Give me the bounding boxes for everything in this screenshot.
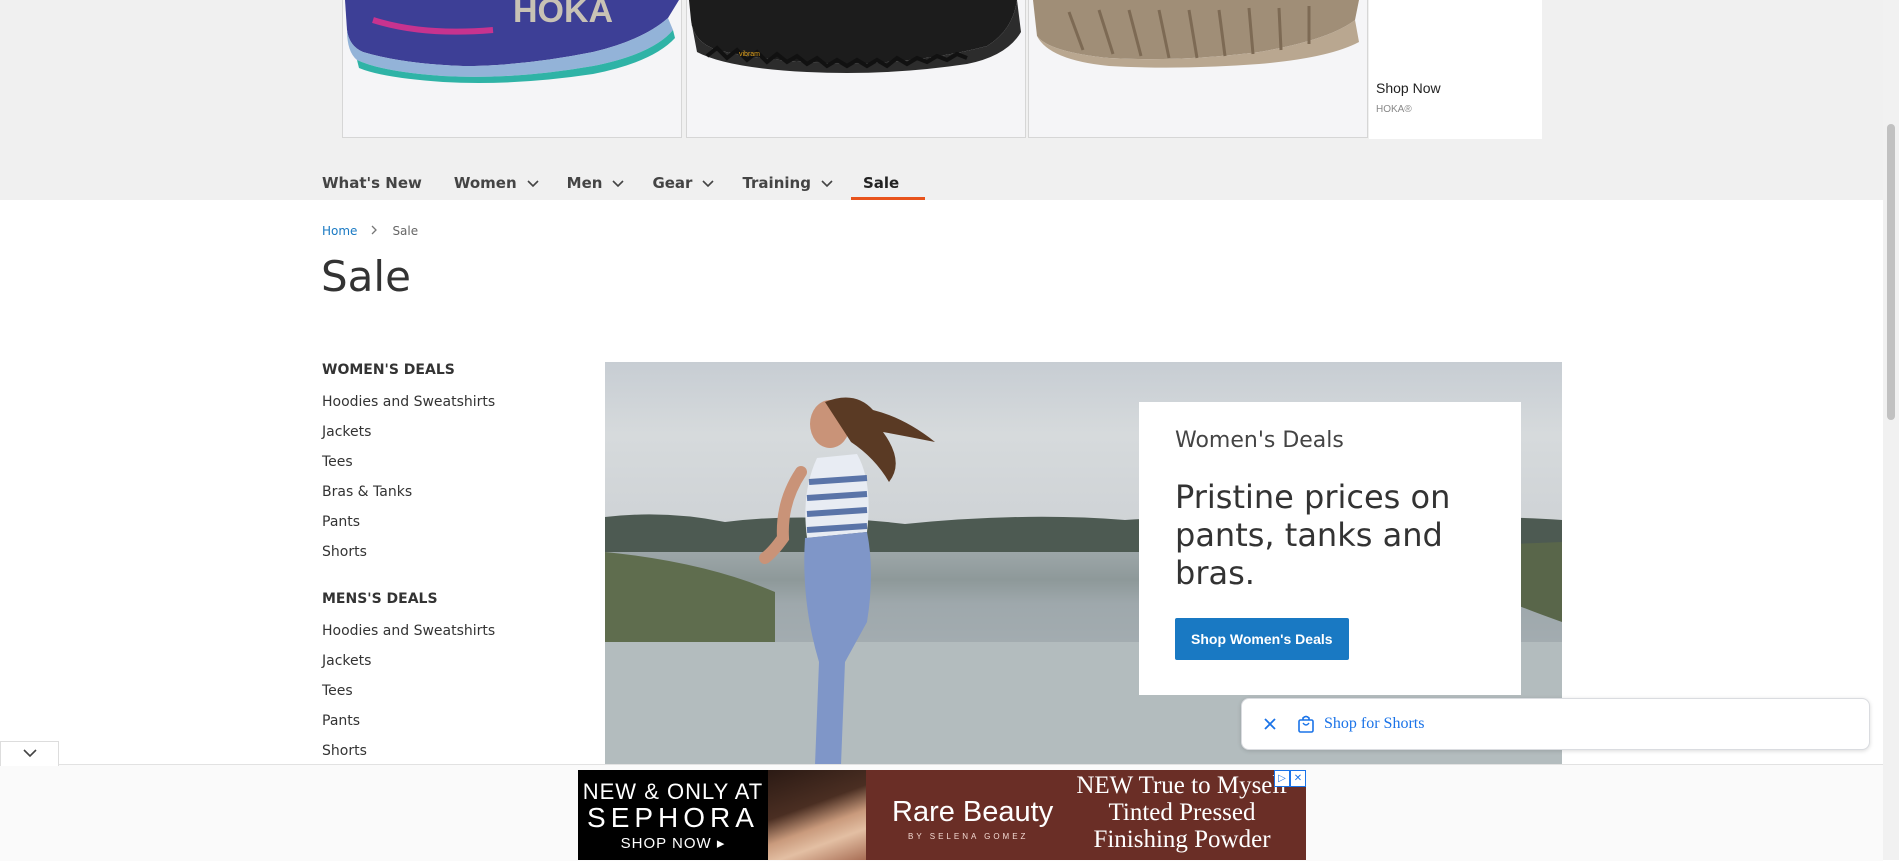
shop-womens-deals-button[interactable]: Shop Women's Deals [1175, 618, 1349, 660]
ad-shop-now-link[interactable]: SHOP NOW ▸ [578, 834, 768, 852]
ad-product-text: NEW True to Myself Tinted Pressed Finish… [1058, 772, 1306, 853]
sephora-panel: NEW & ONLY AT SEPHORA SHOP NOW ▸ [578, 770, 768, 860]
sidebar-item-mens-tees[interactable]: Tees [322, 681, 572, 711]
sidebar-item-womens-shorts[interactable]: Shorts [322, 542, 572, 572]
ad-advertiser-label: HOKA® [1376, 104, 1412, 115]
ad-product-line: NEW True to Myself [1076, 772, 1288, 799]
nav-label: Men [566, 173, 603, 192]
nav-label: Gear [652, 173, 693, 192]
breadcrumb-home-link[interactable]: Home [322, 224, 357, 238]
nav-label: Sale [862, 173, 900, 192]
nav-sale[interactable]: Sale [850, 148, 926, 200]
nav-whats-new[interactable]: What's New [322, 148, 422, 200]
shoe-card-3[interactable] [1028, 0, 1368, 138]
sephora-rare-beauty-ad[interactable]: NEW & ONLY AT SEPHORA SHOP NOW ▸ Rare Be… [578, 770, 1306, 860]
nav-men[interactable]: Men [567, 148, 625, 200]
chevron-down-icon [527, 174, 539, 192]
sidebar-categories: WOMEN'S DEALS Hoodies and Sweatshirts Ja… [322, 362, 572, 771]
sidebar-item-mens-hoodies[interactable]: Hoodies and Sweatshirts [322, 621, 572, 651]
nav-gear[interactable]: Gear [652, 148, 715, 200]
nav-label: Women [453, 173, 517, 192]
promo-eyebrow: Women's Deals [1175, 428, 1344, 453]
sidebar-item-womens-tees[interactable]: Tees [322, 452, 572, 482]
ad-close-icon[interactable]: ✕ [1290, 770, 1306, 787]
ad-product-line: Tinted Pressed [1108, 799, 1256, 826]
ad-text-sephora: SEPHORA [587, 802, 759, 833]
adchoices[interactable]: ▷ ✕ [1274, 770, 1306, 787]
svg-text:HOKA: HOKA [513, 0, 613, 30]
shoe-card-2[interactable]: vibram [686, 0, 1026, 138]
svg-text:vibram: vibram [739, 51, 760, 58]
hoka-banner-ad[interactable]: HOKA vibram [342, 0, 1542, 139]
shopping-bag-icon [1296, 714, 1316, 734]
promo-card: Women's Deals Pristine prices on pants, … [1139, 402, 1521, 695]
breadcrumb: Home Sale [322, 224, 418, 238]
ad-brand-name: Rare Beauty [892, 796, 1054, 828]
sidebar-item-womens-jackets[interactable]: Jackets [322, 422, 572, 452]
sidebar-item-womens-hoodies[interactable]: Hoodies and Sweatshirts [322, 392, 572, 422]
close-icon[interactable] [1258, 712, 1282, 736]
collapse-ad-button[interactable] [0, 741, 59, 766]
adchoices-icon[interactable]: ▷ [1274, 770, 1290, 787]
main-navigation: What's New Women Men Gear Training Sale [322, 148, 927, 200]
sidebar-item-womens-bras-tanks[interactable]: Bras & Tanks [322, 482, 572, 512]
ad-side-panel[interactable] [1369, 0, 1542, 139]
shoe-image-1: HOKA [345, 0, 679, 83]
chevron-down-icon [821, 174, 833, 192]
page-title: Sale [321, 252, 411, 301]
sidebar-item-mens-pants[interactable]: Pants [322, 711, 572, 741]
chevron-down-icon [612, 174, 625, 192]
shoe-image-3 [1033, 0, 1359, 68]
shop-now-link[interactable]: Shop Now [1376, 80, 1441, 96]
scrollbar-thumb[interactable] [1887, 124, 1895, 420]
chevron-right-icon [371, 224, 378, 238]
nav-label: What's New [322, 173, 422, 192]
sidebar-item-mens-jackets[interactable]: Jackets [322, 651, 572, 681]
chevron-down-icon [22, 745, 38, 763]
ad-product-line: Finishing Powder [1093, 826, 1271, 853]
promo-headline: Pristine prices on pants, tanks and bras… [1175, 478, 1451, 592]
breadcrumb-current: Sale [392, 224, 419, 238]
nav-label: Training [742, 173, 811, 192]
chevron-down-icon [702, 174, 715, 192]
shop-for-shorts-chip[interactable]: Shop for Shorts [1241, 698, 1870, 750]
shoe-card-1[interactable]: HOKA [342, 0, 682, 138]
shop-for-shorts-label: Shop for Shorts [1324, 715, 1425, 732]
ad-brand-sub: BY SELENA GOMEZ [908, 832, 1029, 841]
nav-women[interactable]: Women [454, 148, 539, 200]
sidebar-heading-womens: WOMEN'S DEALS [322, 362, 455, 378]
sidebar-item-womens-pants[interactable]: Pants [322, 512, 572, 542]
shoe-image-2: vibram [689, 0, 1021, 73]
nav-training[interactable]: Training [742, 148, 833, 200]
sidebar-heading-mens: MENS'S DEALS [322, 591, 438, 607]
ad-model-photo [768, 770, 866, 860]
